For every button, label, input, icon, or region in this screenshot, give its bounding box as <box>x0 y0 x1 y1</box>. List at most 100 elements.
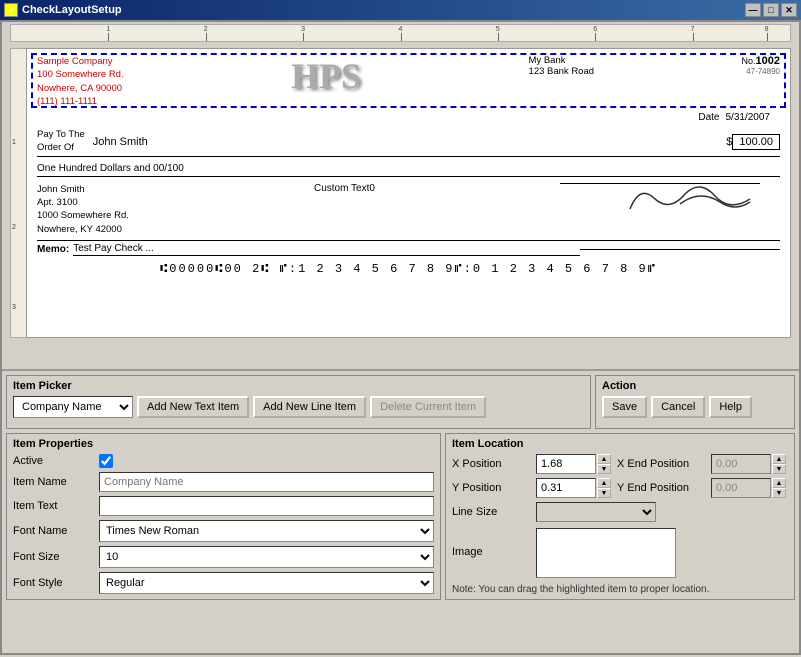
ruler-mark-1: 1 <box>12 139 16 146</box>
y-end-label: Y End Position <box>617 482 707 494</box>
font-name-label: Font Name <box>13 525 93 537</box>
x-pos-label: X Position <box>452 458 532 470</box>
addr-line3: 1000 Somewhere Rd. <box>37 209 129 222</box>
font-style-label: Font Style <box>13 577 93 589</box>
company-info: Sample Company 100 Somewhere Rd. Nowhere… <box>37 55 124 108</box>
pay-to-row: Pay To TheOrder Of John Smith $ 100.00 <box>37 129 780 157</box>
close-button[interactable]: ✕ <box>781 3 797 17</box>
item-picker-label: Item Picker <box>13 380 584 392</box>
company-name: Sample Company <box>37 55 124 68</box>
ruler-mark-3: 3 <box>12 304 16 311</box>
x-end-up[interactable]: ▲ <box>772 454 786 464</box>
image-label: Image <box>452 546 532 558</box>
active-checkbox[interactable] <box>99 454 113 468</box>
bottom-panel: Item Picker Company Name Pay To Date Amo… <box>2 369 799 608</box>
item-name-input[interactable] <box>99 472 434 492</box>
line-size-label: Line Size <box>452 506 532 518</box>
x-pos-spinner: ▲ ▼ <box>536 454 613 474</box>
note-text: Note: You can drag the highlighted item … <box>452 584 788 595</box>
y-end-spinner: ▲ ▼ <box>711 478 788 498</box>
item-name-label: Item Name <box>13 476 93 488</box>
font-size-label: Font Size <box>13 551 93 563</box>
address-block: John Smith Apt. 3100 1000 Somewhere Rd. … <box>37 183 129 236</box>
check-no-label: No. <box>741 56 755 66</box>
line-size-select[interactable] <box>536 502 656 522</box>
y-pos-label: Y Position <box>452 482 532 494</box>
item-picker-dropdown[interactable]: Company Name Pay To Date Amount MICR <box>13 396 133 418</box>
check-number: 1002 <box>756 55 780 67</box>
bottom-properties-row: Item Properties Active Item Name Item Te… <box>6 433 795 600</box>
item-location-label: Item Location <box>452 438 788 450</box>
memo-label: Memo: <box>37 244 69 255</box>
pay-to-label: Pay To TheOrder Of <box>37 129 85 154</box>
properties-grid: Active Item Name Item Text Font Name Tim… <box>13 454 434 594</box>
item-location-section: Item Location X Position ▲ ▼ X End Posit… <box>445 433 795 600</box>
active-label: Active <box>13 455 93 467</box>
company-phone: (111) 111-1111 <box>37 95 124 108</box>
item-text-label: Item Text <box>13 500 93 512</box>
date-row: Date 5/31/2007 <box>37 112 780 123</box>
picker-controls-row: Company Name Pay To Date Amount MICR Add… <box>13 396 584 418</box>
amount-value: 100.00 <box>732 134 780 150</box>
add-text-button[interactable]: Add New Text Item <box>137 396 249 418</box>
signature-image <box>560 174 760 232</box>
delete-button[interactable]: Delete Current Item <box>370 396 486 418</box>
x-end-input[interactable] <box>711 454 771 474</box>
y-end-down[interactable]: ▼ <box>772 488 786 498</box>
y-pos-down[interactable]: ▼ <box>597 488 611 498</box>
x-end-down[interactable]: ▼ <box>772 464 786 474</box>
date-label: Date <box>698 112 719 123</box>
bank-address: 123 Bank Road <box>529 66 595 77</box>
item-properties-label: Item Properties <box>13 438 434 450</box>
addr-line4: Nowhere, KY 42000 <box>37 223 129 236</box>
minimize-button[interactable]: — <box>745 3 761 17</box>
micr-line: ⑆00000⑆00 2⑆ ⑈:1 2 3 4 5 6 7 8 9⑈:0 1 2 … <box>37 262 780 276</box>
bank-info: My Bank 123 Bank Road <box>529 55 595 77</box>
main-window: 1 2 3 4 5 6 7 8 1 <box>0 20 801 655</box>
maximize-button[interactable]: □ <box>763 3 779 17</box>
bank-name: My Bank <box>529 55 595 66</box>
action-section: Action Save Cancel Help <box>595 375 795 429</box>
help-button[interactable]: Help <box>709 396 752 418</box>
check-number-area: No.1002 47-74890 <box>741 55 780 76</box>
app-icon: ✓ <box>4 3 18 17</box>
save-button[interactable]: Save <box>602 396 647 418</box>
payee-name: John Smith <box>89 136 723 148</box>
ruler-container: 1 2 3 4 5 6 7 8 <box>10 24 791 44</box>
add-line-button[interactable]: Add New Line Item <box>253 396 366 418</box>
x-pos-up[interactable]: ▲ <box>597 454 611 464</box>
ruler-mark-2: 2 <box>12 224 16 231</box>
date-value: 5/31/2007 <box>726 112 771 123</box>
ruler: 1 2 3 4 5 6 7 8 <box>10 24 791 42</box>
company-address2: Nowhere, CA 90000 <box>37 82 124 95</box>
title-bar-text: CheckLayoutSetup <box>22 4 122 16</box>
custom-text: Custom Text0 <box>314 183 375 194</box>
title-bar: ✓ CheckLayoutSetup — □ ✕ <box>0 0 801 20</box>
action-buttons: Save Cancel Help <box>602 396 788 418</box>
action-label: Action <box>602 380 788 392</box>
top-control-row: Item Picker Company Name Pay To Date Amo… <box>6 375 795 429</box>
y-end-up[interactable]: ▲ <box>772 478 786 488</box>
company-address1: 100 Somewhere Rd. <box>37 68 124 81</box>
x-pos-input[interactable] <box>536 454 596 474</box>
y-pos-up[interactable]: ▲ <box>597 478 611 488</box>
font-style-select[interactable]: Regular Bold Italic Bold Italic <box>99 572 434 594</box>
check-logo: HPS <box>271 55 381 97</box>
memo-value: Test Pay Check ... <box>73 243 580 256</box>
cancel-button[interactable]: Cancel <box>651 396 705 418</box>
y-pos-input[interactable] <box>536 478 596 498</box>
x-end-spinner: ▲ ▼ <box>711 454 788 474</box>
memo-row: Memo: Test Pay Check ... <box>37 240 780 256</box>
signature-area <box>560 183 780 232</box>
y-end-input[interactable] <box>711 478 771 498</box>
item-picker-section: Item Picker Company Name Pay To Date Amo… <box>6 375 591 429</box>
item-text-input[interactable] <box>99 496 434 516</box>
image-box <box>536 528 676 578</box>
font-size-select[interactable]: 8 9 10 11 12 <box>99 546 434 568</box>
font-name-select[interactable]: Times New Roman Arial Courier New Verdan… <box>99 520 434 542</box>
x-end-label: X End Position <box>617 458 707 470</box>
left-ruler: 1 2 3 <box>10 48 26 338</box>
x-pos-down[interactable]: ▼ <box>597 464 611 474</box>
check-routing: 47-74890 <box>741 67 780 76</box>
check-preview: Sample Company 100 Somewhere Rd. Nowhere… <box>26 48 791 338</box>
